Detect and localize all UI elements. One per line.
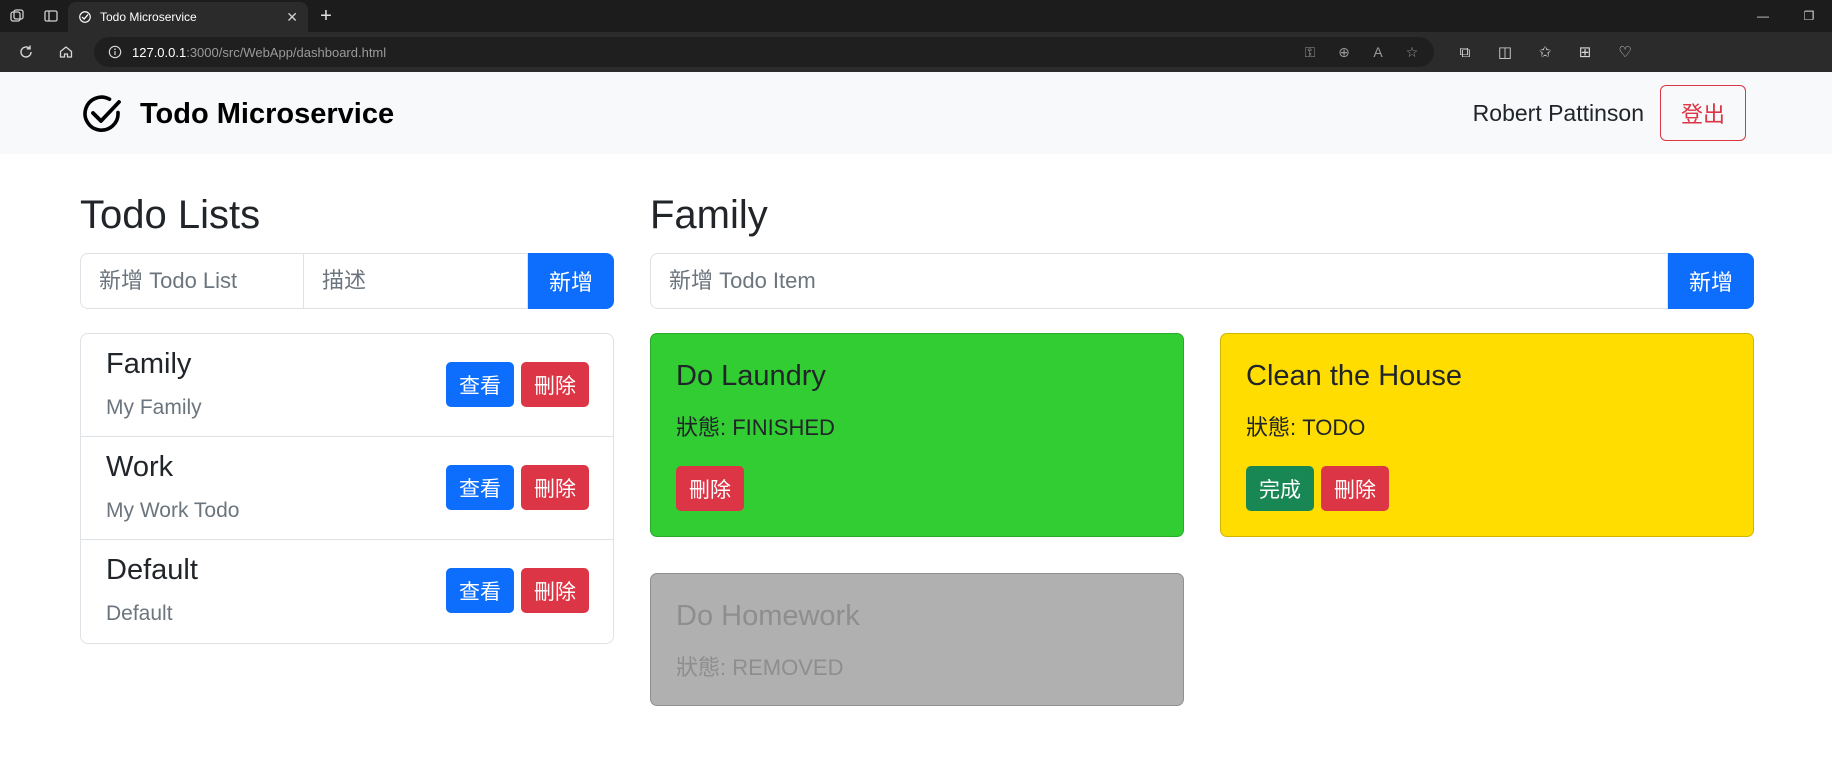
delete-list-button[interactable]: 刪除 [521, 568, 589, 613]
workspaces-icon[interactable] [0, 0, 34, 32]
todo-item-status: 狀態: REMOVED [676, 655, 844, 680]
list-item[interactable]: Default Default 查看 刪除 [81, 540, 613, 643]
delete-item-button[interactable]: 刪除 [676, 466, 744, 511]
extensions-icon[interactable]: ⧉ [1452, 44, 1478, 61]
collections-icon[interactable]: ⊞ [1572, 43, 1598, 61]
list-item-description: My Family [106, 396, 202, 419]
browser-toolbar-icons: ⧉ ◫ ✩ ⊞ ♡ [1452, 43, 1638, 62]
list-item[interactable]: Family My Family 查看 刪除 [81, 334, 613, 437]
list-item-name: Family [106, 348, 192, 380]
todo-item-status: 狀態: TODO [1246, 415, 1366, 440]
tab-close-icon[interactable]: ✕ [286, 9, 298, 26]
todo-item-card: Do Laundry 狀態: FINISHED 刪除 [650, 333, 1184, 537]
todo-item-status: 狀態: FINISHED [676, 415, 835, 440]
list-item-description: Default [106, 602, 173, 625]
zoom-icon[interactable]: ⊕ [1336, 44, 1352, 61]
lists-panel-title: Todo Lists [80, 193, 261, 237]
url-field[interactable]: 127.0.0.1:3000/src/WebApp/dashboard.html… [94, 37, 1434, 67]
read-aloud-icon[interactable]: A [1370, 44, 1386, 60]
brand[interactable]: Todo Microservice [80, 92, 394, 136]
url-text: 127.0.0.1:3000/src/WebApp/dashboard.html [132, 45, 386, 60]
browser-address-bar: 127.0.0.1:3000/src/WebApp/dashboard.html… [0, 32, 1832, 72]
list-item[interactable]: Work My Work Todo 查看 刪除 [81, 437, 613, 540]
browser-tab-active[interactable]: Todo Microservice ✕ [68, 2, 308, 32]
list-name-input[interactable] [80, 253, 304, 309]
key-icon[interactable]: ⚿ [1302, 44, 1318, 61]
add-list-button[interactable]: 新增 [528, 253, 614, 309]
todo-item-actions: 刪除 [676, 466, 744, 511]
delete-item-button[interactable]: 刪除 [1321, 466, 1389, 511]
list-description-input[interactable] [304, 253, 528, 309]
url-actions: ⚿ ⊕ A ☆ [1302, 44, 1420, 61]
split-screen-icon[interactable]: ◫ [1492, 43, 1518, 61]
restore-icon[interactable]: ❐ [1786, 0, 1832, 32]
list-item-name: Default [106, 554, 198, 586]
items-panel-title: Family [650, 193, 768, 237]
delete-list-button[interactable]: 刪除 [521, 465, 589, 510]
todo-lists: Family My Family 查看 刪除 Work My Work Todo… [80, 333, 614, 644]
list-item-actions: 查看 刪除 [446, 362, 589, 407]
app-navbar: Todo Microservice Robert Pattinson 登出 [0, 72, 1832, 154]
add-item-button[interactable]: 新增 [1668, 253, 1754, 309]
todo-item-actions: 完成 刪除 [1246, 466, 1389, 511]
todo-item-card: Clean the House 狀態: TODO 完成 刪除 [1220, 333, 1754, 537]
browser-essentials-icon[interactable]: ♡ [1612, 43, 1638, 61]
tab-title: Todo Microservice [100, 10, 197, 24]
view-list-button[interactable]: 查看 [446, 568, 514, 613]
view-list-button[interactable]: 查看 [446, 465, 514, 510]
item-title-input[interactable] [650, 253, 1668, 309]
home-icon[interactable] [48, 36, 84, 68]
user-name: Robert Pattinson [1472, 100, 1644, 126]
site-info-icon[interactable] [108, 45, 122, 59]
favorite-star-icon[interactable]: ☆ [1404, 44, 1420, 61]
list-item-name: Work [106, 451, 174, 483]
minimize-icon[interactable]: — [1740, 0, 1786, 32]
logout-button[interactable]: 登出 [1660, 85, 1746, 141]
todo-item-card: Do Homework 狀態: REMOVED [650, 573, 1184, 706]
browser-tab-bar: Todo Microservice ✕ + — ❐ [0, 0, 1832, 32]
url-path: :3000/src/WebApp/dashboard.html [186, 44, 387, 60]
delete-list-button[interactable]: 刪除 [521, 362, 589, 407]
todo-item-title: Do Laundry [676, 360, 826, 392]
list-item-actions: 查看 刪除 [446, 568, 589, 613]
tab-favicon-check-icon [78, 10, 92, 24]
window-controls: — ❐ [1740, 0, 1832, 32]
todo-item-title: Clean the House [1246, 360, 1463, 392]
todo-item-title: Do Homework [676, 600, 860, 632]
add-item-form: 新增 [650, 253, 1754, 309]
favorites-icon[interactable]: ✩ [1532, 43, 1558, 61]
brand-title: Todo Microservice [140, 97, 395, 130]
new-tab-icon[interactable]: + [308, 0, 344, 32]
list-item-description: My Work Todo [106, 499, 240, 522]
brand-check-icon [80, 92, 124, 136]
refresh-icon[interactable] [8, 36, 44, 68]
tab-actions-icon[interactable] [34, 0, 68, 32]
url-host: 127.0.0.1 [132, 44, 187, 60]
add-list-form: 新增 [80, 253, 614, 309]
list-item-actions: 查看 刪除 [446, 465, 589, 510]
complete-item-button[interactable]: 完成 [1246, 466, 1314, 511]
view-list-button[interactable]: 查看 [446, 362, 514, 407]
